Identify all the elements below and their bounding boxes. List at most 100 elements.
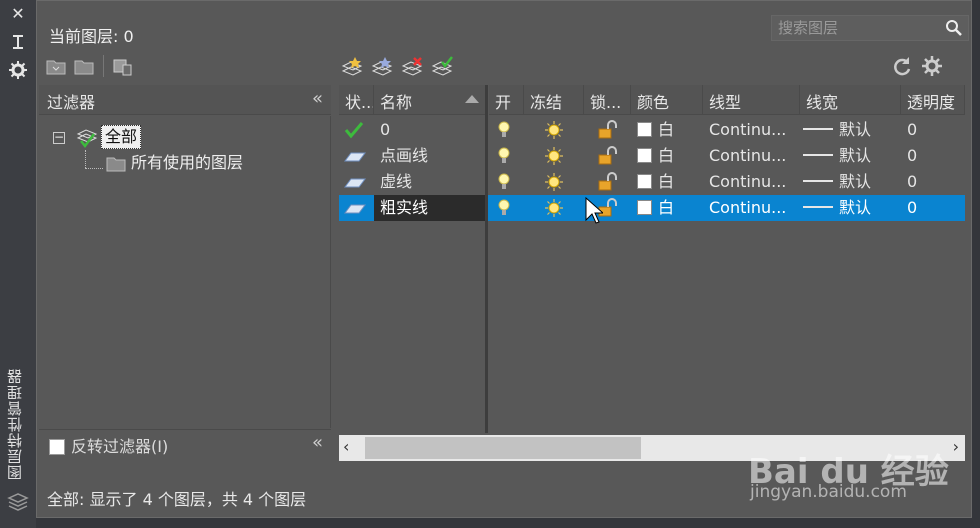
delete-layer-icon[interactable] [401, 55, 423, 77]
transparency[interactable]: 0 [907, 117, 965, 143]
set-current-icon[interactable] [431, 55, 453, 77]
color-name: 白 [658, 172, 675, 191]
palette-title: 图层特性管理器 [6, 368, 24, 480]
settings-gear-icon[interactable] [921, 55, 943, 77]
lightbulb-on-icon[interactable] [497, 143, 517, 169]
lineweight-cell[interactable]: 默认 [803, 169, 901, 195]
tree-collapse-toggle[interactable]: − [53, 131, 65, 144]
invert-filter-label: 反转过滤器(I) [71, 437, 169, 456]
lightbulb-on-icon[interactable] [497, 117, 517, 143]
linetype[interactable]: Continu... [709, 143, 800, 169]
filters-title: 过滤器 [47, 93, 96, 112]
filter-tree: − 全部 所有使用的图层 [39, 116, 331, 428]
layer-icon [344, 178, 366, 188]
lineweight-cell[interactable]: 默认 [803, 117, 901, 143]
color-cell[interactable]: 白 [637, 117, 703, 143]
lineweight-value: 默认 [839, 120, 872, 139]
palette-title-bar: ✕ 图层特性管理器 [0, 0, 36, 528]
search-layers-input[interactable] [771, 15, 969, 41]
grid-frozen-splitter[interactable] [485, 85, 488, 433]
col-status[interactable]: 状... [339, 85, 374, 115]
close-icon[interactable]: ✕ [8, 4, 28, 24]
refresh-icon[interactable] [891, 55, 913, 77]
scrollbar-thumb[interactable] [365, 437, 641, 459]
layer-name[interactable]: 虚线 [374, 169, 486, 195]
color-cell[interactable]: 白 [637, 143, 703, 169]
col-transparency[interactable]: 透明度 [901, 85, 965, 115]
filter-folder-icon [106, 157, 126, 172]
col-linetype[interactable]: 线型 [703, 85, 800, 115]
layer-row[interactable]: 点画线 白 Continu... 默认 0 [339, 143, 965, 169]
lineweight-cell[interactable]: 默认 [803, 143, 901, 169]
layer-icon [344, 152, 366, 162]
collapse-chevron-icon[interactable]: « [312, 88, 323, 109]
unlock-icon[interactable] [597, 117, 621, 143]
current-layer-label: 当前图层: 0 [49, 27, 134, 46]
linetype[interactable]: Continu... [709, 117, 800, 143]
layer-row[interactable]: 0 白 Continu... 默认 0 [339, 117, 965, 143]
linetype[interactable]: Continu... [709, 169, 800, 195]
layer-row[interactable]: 粗实线 白 Continu... 默认 0 [339, 195, 965, 221]
lineweight-sample [803, 180, 833, 182]
status-text: 全部: 显示了 4 个图层，共 4 个图层 [47, 490, 307, 509]
new-layer-icon[interactable] [341, 55, 363, 77]
color-name: 白 [658, 120, 675, 139]
layer-name[interactable]: 点画线 [374, 143, 486, 169]
layers-icon [7, 492, 29, 512]
filter-all[interactable]: 全部 [101, 125, 142, 149]
new-group-filter-icon[interactable] [73, 55, 95, 77]
new-property-filter-icon[interactable] [45, 55, 67, 77]
col-name-label: 名称 [380, 93, 413, 112]
toolbar-divider [103, 55, 104, 77]
scroll-left-icon[interactable]: ‹ [343, 437, 349, 456]
layer-name[interactable]: 粗实线 [374, 195, 486, 221]
status-cell[interactable] [343, 117, 373, 143]
color-cell[interactable]: 白 [637, 169, 703, 195]
status-cell[interactable] [343, 195, 373, 221]
new-layer-vp-frozen-icon[interactable] [371, 55, 393, 77]
sun-thawed-icon[interactable] [544, 117, 568, 143]
tree-line [85, 150, 86, 168]
status-cell[interactable] [343, 169, 373, 195]
layer-states-manager-icon[interactable] [111, 55, 133, 77]
lineweight-value: 默认 [839, 146, 872, 165]
color-cell[interactable]: 白 [637, 195, 703, 221]
unlock-icon[interactable] [597, 143, 621, 169]
lineweight-sample [803, 206, 833, 208]
filter-all-used[interactable]: 所有使用的图层 [131, 152, 243, 174]
color-swatch [637, 122, 652, 137]
col-lineweight[interactable]: 线宽 [800, 85, 901, 115]
lightbulb-on-icon[interactable] [497, 195, 517, 221]
invert-filter-checkbox[interactable] [49, 439, 65, 455]
color-swatch [637, 148, 652, 163]
col-name[interactable]: 名称 [374, 85, 486, 115]
sun-thawed-icon[interactable] [544, 169, 568, 195]
autohide-icon[interactable] [8, 32, 28, 52]
lightbulb-on-icon[interactable] [497, 169, 517, 195]
linetype[interactable]: Continu... [709, 195, 800, 221]
transparency[interactable]: 0 [907, 195, 965, 221]
mouse-cursor-icon [585, 197, 603, 224]
layer-row[interactable]: 虚线 白 Continu... 默认 0 [339, 169, 965, 195]
lineweight-cell[interactable]: 默认 [803, 195, 901, 221]
sun-thawed-icon[interactable] [544, 143, 568, 169]
col-on[interactable]: 开 [489, 85, 524, 115]
lineweight-value: 默认 [839, 172, 872, 191]
search-icon[interactable] [945, 19, 963, 37]
properties-icon[interactable] [8, 60, 28, 80]
sort-ascending-icon [465, 95, 479, 103]
col-freeze[interactable]: 冻结 [524, 85, 584, 115]
status-cell[interactable] [343, 143, 373, 169]
lineweight-sample [803, 154, 833, 156]
transparency[interactable]: 0 [907, 143, 965, 169]
layer-name[interactable]: 0 [374, 117, 486, 143]
unlock-icon[interactable] [597, 169, 621, 195]
layer-grid: 状... 名称 开 冻结 锁... 颜色 线型 线宽 透明度 0 白 Continu… [339, 85, 965, 433]
watermark: Bai du 经验 jingyan.baidu.com [730, 420, 970, 520]
transparency[interactable]: 0 [907, 169, 965, 195]
color-name: 白 [658, 146, 675, 165]
collapse-chevron-icon[interactable]: « [312, 432, 323, 453]
sun-thawed-icon[interactable] [544, 195, 568, 221]
col-lock[interactable]: 锁... [584, 85, 631, 115]
col-color[interactable]: 颜色 [631, 85, 703, 115]
